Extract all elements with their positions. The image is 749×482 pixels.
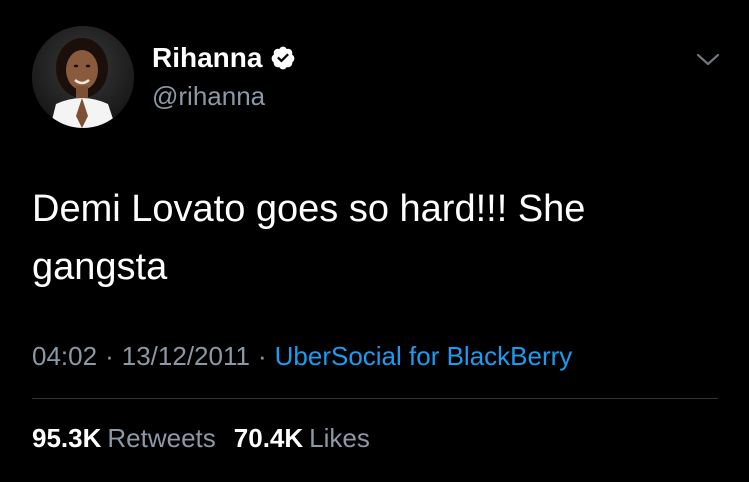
profile-photo-icon <box>32 26 134 128</box>
tweet-stats: 95.3K Retweets 70.4K Likes <box>32 420 370 456</box>
tweet-card: Rihanna @rihanna Demi Lovato goes so har… <box>0 0 749 482</box>
tweet-text: Demi Lovato goes so hard!!! She gangsta <box>32 188 586 288</box>
verified-badge-icon <box>270 45 296 71</box>
retweets-count: 95.3K <box>32 423 102 453</box>
likes-count: 70.4K <box>233 423 304 453</box>
tweet-source-link[interactable]: UberSocial for BlackBerry <box>275 341 573 371</box>
author-display-name[interactable]: Rihanna <box>152 40 262 76</box>
meta-separator: · <box>105 341 114 371</box>
divider <box>32 398 718 399</box>
avatar[interactable] <box>32 26 134 128</box>
chevron-down-icon[interactable] <box>694 50 722 70</box>
likes-stat[interactable]: 70.4K Likes <box>234 423 370 453</box>
retweets-stat[interactable]: 95.3K Retweets <box>32 423 216 453</box>
author-handle[interactable]: @rihanna <box>152 80 265 112</box>
tweet-meta: 04:02 · 13/12/2011 · UberSocial for BlackBer… <box>32 338 572 374</box>
likes-label: Likes <box>309 423 370 453</box>
tweet-time[interactable]: 04:02 <box>32 341 97 371</box>
retweets-label: Retweets <box>107 423 216 453</box>
author-name-row: Rihanna <box>152 40 296 76</box>
tweet-date[interactable]: 13/12/2011 <box>122 341 250 371</box>
meta-separator: · <box>257 341 267 371</box>
